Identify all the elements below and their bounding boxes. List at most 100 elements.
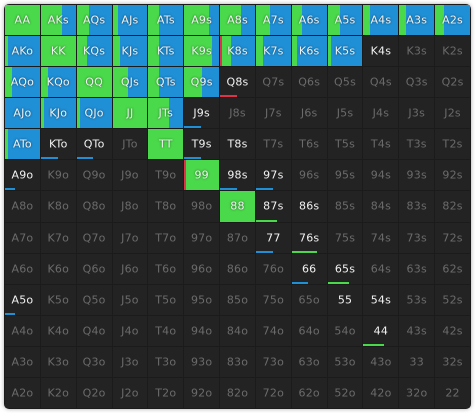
hand-cell[interactable]: A6o [5,253,40,284]
hand-cell[interactable]: A2o [5,377,40,408]
hand-cell[interactable]: T4s [363,129,399,160]
hand-cell[interactable]: QTo [76,129,112,160]
hand-cell[interactable]: 65o [291,284,327,315]
hand-cell[interactable]: 98s [220,160,255,191]
hand-cell[interactable]: Q4s [363,67,399,98]
hand-cell[interactable]: 33 [399,346,435,377]
hand-cell[interactable]: QJs [112,67,148,98]
hand-cell[interactable]: Q2o [76,377,112,408]
hand-cell[interactable]: 32o [399,377,435,408]
hand-cell[interactable]: AJs [112,5,148,36]
hand-cell[interactable]: 72o [255,377,291,408]
hand-cell[interactable]: Q4o [76,315,112,346]
hand-cell[interactable]: 43s [399,315,435,346]
hand-cell[interactable]: KQo [40,67,76,98]
hand-cell[interactable]: K9o [40,160,76,191]
hand-cell[interactable]: Q6o [76,253,112,284]
hand-cell[interactable]: 95s [327,160,363,191]
hand-cell[interactable]: 88 [220,191,255,222]
hand-cell[interactable]: A4s [363,5,399,36]
hand-cell[interactable]: T3s [399,129,435,160]
hand-cell[interactable]: Q5o [76,284,112,315]
hand-cell[interactable]: 76s [291,222,327,253]
hand-cell[interactable]: AJo [5,98,40,129]
hand-cell[interactable]: 96o [184,253,220,284]
hand-cell[interactable]: T8s [220,129,255,160]
hand-cell[interactable]: K7s [255,36,291,67]
hand-cell[interactable]: 92o [184,377,220,408]
hand-cell[interactable]: T2o [148,377,184,408]
hand-cell[interactable]: 87s [255,191,291,222]
hand-cell[interactable]: 94s [363,160,399,191]
hand-cell[interactable]: 95o [184,284,220,315]
hand-cell[interactable]: K3s [399,36,435,67]
hand-cell[interactable]: K2s [435,36,470,67]
hand-cell[interactable]: A5s [327,5,363,36]
hand-cell[interactable]: A8o [5,191,40,222]
hand-cell[interactable]: 55 [327,284,363,315]
hand-cell[interactable]: 97s [255,160,291,191]
hand-cell[interactable]: Q3s [399,67,435,98]
hand-cell[interactable]: 53s [399,284,435,315]
hand-cell[interactable]: 63o [291,346,327,377]
hand-cell[interactable]: 44 [363,315,399,346]
hand-cell[interactable]: JTs [148,98,184,129]
hand-cell[interactable]: A7s [255,5,291,36]
hand-cell[interactable]: A7o [5,222,40,253]
hand-cell[interactable]: T2s [435,129,470,160]
hand-cell[interactable]: K9s [184,36,220,67]
hand-cell[interactable]: 74o [255,315,291,346]
hand-cell[interactable]: T4o [148,315,184,346]
hand-cell[interactable]: KQs [76,36,112,67]
hand-cell[interactable]: T6s [291,129,327,160]
hand-cell[interactable]: JJ [112,98,148,129]
hand-cell[interactable]: Q9s [184,67,220,98]
hand-cell[interactable]: 84s [363,191,399,222]
hand-cell[interactable]: K4s [363,36,399,67]
hand-cell[interactable]: J2s [435,98,470,129]
hand-cell[interactable]: J8o [112,191,148,222]
hand-cell[interactable]: 86o [220,253,255,284]
hand-cell[interactable]: 83s [399,191,435,222]
hand-cell[interactable]: 22 [435,377,470,408]
hand-cell[interactable]: Q8o [76,191,112,222]
hand-cell[interactable]: 96s [291,160,327,191]
hand-cell[interactable]: 94o [184,315,220,346]
hand-cell[interactable]: JTo [112,129,148,160]
hand-cell[interactable]: 74s [363,222,399,253]
hand-cell[interactable]: K5o [40,284,76,315]
hand-cell[interactable]: A6s [291,5,327,36]
hand-cell[interactable]: AQo [5,67,40,98]
hand-cell[interactable]: J9s [184,98,220,129]
hand-cell[interactable]: T5o [148,284,184,315]
hand-cell[interactable]: J9o [112,160,148,191]
hand-cell[interactable]: T7s [255,129,291,160]
hand-cell[interactable]: Q8s [220,67,255,98]
hand-cell[interactable]: 54s [363,284,399,315]
hand-cell[interactable]: J4o [112,315,148,346]
hand-cell[interactable]: J7o [112,222,148,253]
hand-cell[interactable]: 62o [291,377,327,408]
hand-cell[interactable]: 87o [220,222,255,253]
hand-cell[interactable]: 65s [327,253,363,284]
hand-cell[interactable]: Q6s [291,67,327,98]
hand-cell[interactable]: 43o [363,346,399,377]
hand-cell[interactable]: TT [148,129,184,160]
hand-cell[interactable]: 86s [291,191,327,222]
hand-cell[interactable]: K7o [40,222,76,253]
hand-cell[interactable]: K4o [40,315,76,346]
hand-cell[interactable]: K6s [291,36,327,67]
hand-cell[interactable]: 42s [435,315,470,346]
hand-cell[interactable]: T5s [327,129,363,160]
hand-cell[interactable]: 85s [327,191,363,222]
hand-cell[interactable]: 99 [184,160,220,191]
hand-cell[interactable]: KTs [148,36,184,67]
hand-cell[interactable]: Q9o [76,160,112,191]
hand-cell[interactable]: A9o [5,160,40,191]
hand-cell[interactable]: 84o [220,315,255,346]
hand-cell[interactable]: A3o [5,346,40,377]
hand-cell[interactable]: 64s [363,253,399,284]
hand-cell[interactable]: 64o [291,315,327,346]
hand-cell[interactable]: K3o [40,346,76,377]
hand-cell[interactable]: QQ [76,67,112,98]
